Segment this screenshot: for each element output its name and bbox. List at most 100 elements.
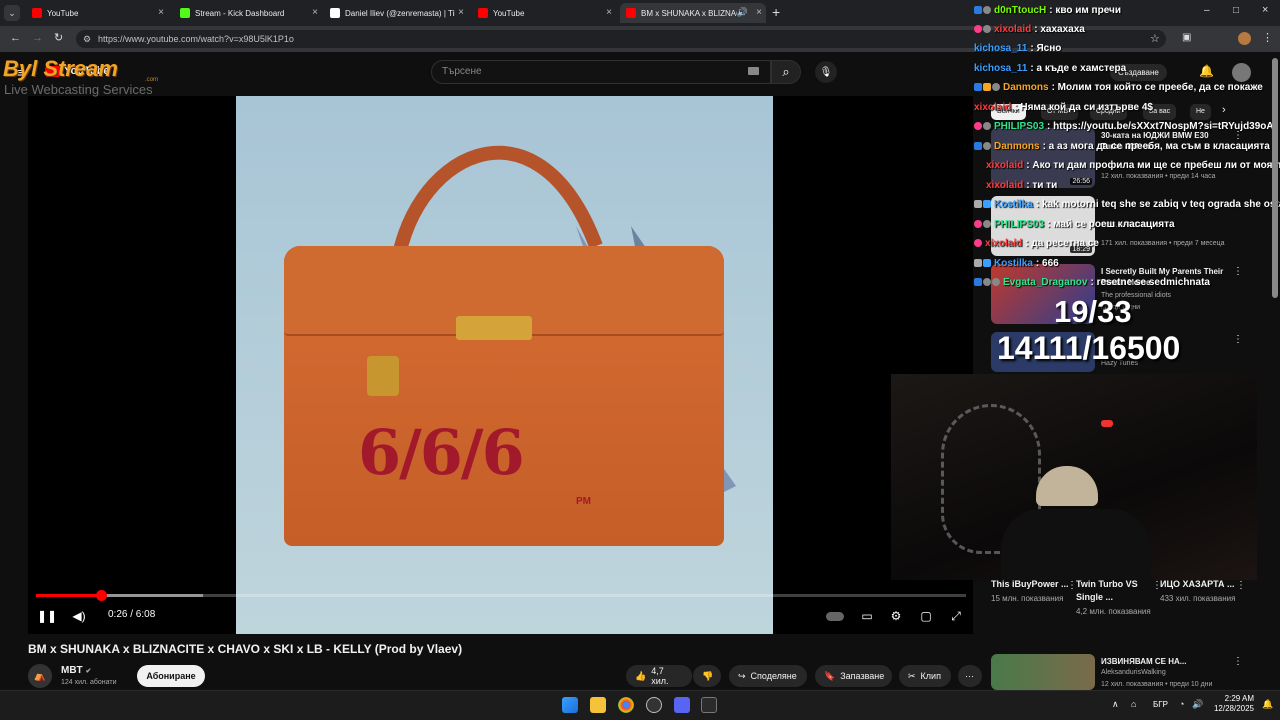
subscriber-badge-icon — [983, 142, 991, 150]
chat-text: Ясно — [1036, 42, 1062, 54]
shorts-card[interactable]: This iBuyPower ... 15 млн. показвания ⋮ — [991, 578, 1077, 605]
chat-text: Молим тоя който се преебе, да се покаже — [1057, 81, 1263, 93]
card-views: 15 млн. показвания — [991, 594, 1064, 603]
card-views: 433 хил. показвания — [1160, 594, 1236, 603]
stream-overlay-logo: Byl Stream .com Live Webcasting Services — [3, 56, 178, 98]
notification-bell-icon[interactable]: 🔔 — [1262, 699, 1273, 710]
windows-start-icon[interactable] — [562, 697, 578, 713]
audio-playing-icon[interactable]: 🔊 — [737, 7, 748, 18]
network-icon[interactable]: ⌂ — [1131, 699, 1136, 709]
voice-search-button[interactable]: 🎙 — [815, 61, 837, 83]
system-clock[interactable]: 2:29 AM 12/28/2025 — [1206, 694, 1254, 714]
recommendation-meta: 12 хил. показвания • преди 10 дни — [1101, 681, 1213, 688]
more-actions-button[interactable]: ⋯ — [958, 665, 982, 687]
video-player[interactable]: 6/6/6 PM ❚❚ ◀) 0:26 / 6:08 ▭ ⚙ ▢ ⤢ — [28, 96, 973, 634]
close-icon[interactable]: × — [756, 7, 762, 18]
card-title[interactable]: This iBuyPower ... — [991, 578, 1071, 591]
chat-username: xixolaid — [986, 159, 1024, 171]
more-vertical-icon[interactable]: ⋮ — [1236, 580, 1246, 591]
browser-tab[interactable]: YouTube × — [472, 3, 616, 23]
chat-text: Няма кой да си изтърве 4$ — [1020, 101, 1153, 113]
subscriber-badge-icon — [983, 278, 991, 286]
captions-icon: ▭ — [861, 609, 873, 623]
channel-avatar[interactable]: ⛺ — [28, 664, 52, 688]
subscriber-badge-icon — [983, 122, 991, 130]
tab-search-icon[interactable]: ⌄ — [4, 5, 20, 21]
wifi-icon[interactable]: ◔ — [1179, 699, 1184, 709]
like-button[interactable]: 👍 4,7 хил. — [626, 665, 692, 687]
chat-message: PHILIPS03: май се роеш класацията — [974, 215, 1280, 233]
chrome-icon[interactable] — [618, 697, 634, 713]
microphone-icon: 🎙 — [819, 66, 833, 78]
chat-text: resetne se sedmichnata — [1096, 276, 1210, 288]
more-vertical-icon[interactable]: ⋮ — [1233, 656, 1243, 667]
fullscreen-button[interactable]: ⤢ — [946, 606, 966, 626]
pause-button[interactable]: ❚❚ — [37, 606, 57, 626]
scrubber-handle[interactable] — [96, 590, 108, 601]
chat-badges — [974, 200, 991, 208]
shorts-card[interactable]: Twin Turbo VS Single ... 4,2 млн. показв… — [1076, 578, 1162, 618]
search-button[interactable]: ⌕ — [771, 60, 801, 84]
chat-message: xixolaid: Няма кой да си изтърве 4$ — [974, 98, 1280, 116]
recommendation-channel[interactable]: AleksandurisWalking — [1101, 669, 1166, 676]
subtitles-button[interactable]: ▭ — [857, 606, 877, 626]
gift-badge-icon — [974, 259, 982, 267]
chat-text: хахахаха — [1040, 23, 1085, 35]
card-title[interactable]: Twin Turbo VS Single ... — [1076, 578, 1156, 604]
subscribe-button[interactable]: Абониране — [137, 665, 205, 687]
save-button[interactable]: 🔖 Запазване — [815, 665, 892, 687]
progress-played — [36, 594, 102, 597]
chat-message: d0nTtoucH: кво им пречи — [974, 1, 1280, 19]
keyboard-icon[interactable] — [748, 67, 759, 75]
theater-mode-button[interactable]: ▢ — [916, 606, 936, 626]
browser-tab[interactable]: YouTube × — [26, 3, 168, 23]
moderator-badge-icon — [974, 6, 982, 14]
volume-tray-icon[interactable]: 🔊 — [1192, 699, 1203, 710]
reload-icon[interactable]: ↻ — [54, 31, 63, 44]
chat-message: xixolaid: ти ти — [974, 176, 1280, 194]
streamer-cap — [1036, 466, 1098, 506]
discord-icon[interactable] — [674, 697, 690, 713]
shorts-card[interactable]: ИЦО ХАЗАРТА ... 433 хил. показвания ⋮ — [1160, 578, 1246, 605]
recommendation-item[interactable]: ИЗВИНЯВАМ СЕ НА... AleksandurisWalking 1… — [991, 654, 1280, 690]
volume-button[interactable]: ◀) — [69, 606, 89, 626]
clip-button[interactable]: ✂ Клип — [899, 665, 951, 687]
autoplay-toggle[interactable] — [824, 606, 846, 626]
video-thumbnail[interactable] — [991, 654, 1095, 690]
new-tab-button[interactable]: + — [772, 4, 780, 20]
subscriber-badge-icon — [974, 220, 982, 228]
file-explorer-icon[interactable] — [590, 697, 606, 713]
close-icon[interactable]: × — [458, 7, 464, 18]
page-scrollbar[interactable] — [1272, 58, 1278, 298]
language-indicator[interactable]: БГР — [1153, 700, 1168, 709]
browser-tab[interactable]: Daniel Iliev (@zenremasta) | Tik × — [324, 3, 468, 23]
moderator-badge-icon — [974, 83, 982, 91]
more-vertical-icon[interactable]: ⋮ — [1233, 334, 1243, 345]
recommendation-title[interactable]: ИЗВИНЯВАМ СЕ НА... — [1101, 656, 1231, 667]
youtube-icon — [626, 8, 636, 18]
chat-username: Kostilka — [994, 198, 1033, 210]
search-input[interactable]: Търсене — [431, 60, 771, 84]
back-arrow-icon[interactable]: ← — [10, 32, 21, 44]
dislike-button[interactable]: 👎 — [693, 665, 721, 687]
browser-tab-active[interactable]: BM x SHUNAKA x BLIZNAC 🔊 × — [620, 3, 766, 23]
progress-bar[interactable] — [36, 590, 966, 601]
site-info-icon[interactable]: ⚙ — [83, 30, 91, 48]
share-button[interactable]: ↪ Споделяне — [729, 665, 807, 687]
terminal-icon[interactable] — [701, 697, 717, 713]
chat-text: https://youtu.be/sXXxt7NospM?si=tRYujd39… — [1053, 120, 1274, 132]
chat-username: d0nTtoucH — [994, 4, 1047, 16]
close-icon[interactable]: × — [606, 7, 612, 18]
close-icon[interactable]: × — [312, 7, 318, 18]
streamer-body — [1001, 509, 1151, 580]
close-icon[interactable]: × — [158, 7, 164, 18]
obs-icon[interactable] — [646, 697, 662, 713]
channel-name[interactable]: MBT ✔ — [61, 665, 91, 676]
browser-tab[interactable]: Stream - Kick Dashboard × — [174, 3, 322, 23]
chat-text: да ресетна се — [1031, 237, 1099, 249]
chat-badges — [974, 142, 991, 150]
card-title[interactable]: ИЦО ХАЗАРТА ... — [1160, 578, 1240, 591]
settings-button[interactable]: ⚙ — [886, 606, 906, 626]
forward-arrow-icon[interactable]: → — [32, 32, 43, 44]
tray-chevron-up-icon[interactable]: ∧ — [1112, 699, 1119, 710]
